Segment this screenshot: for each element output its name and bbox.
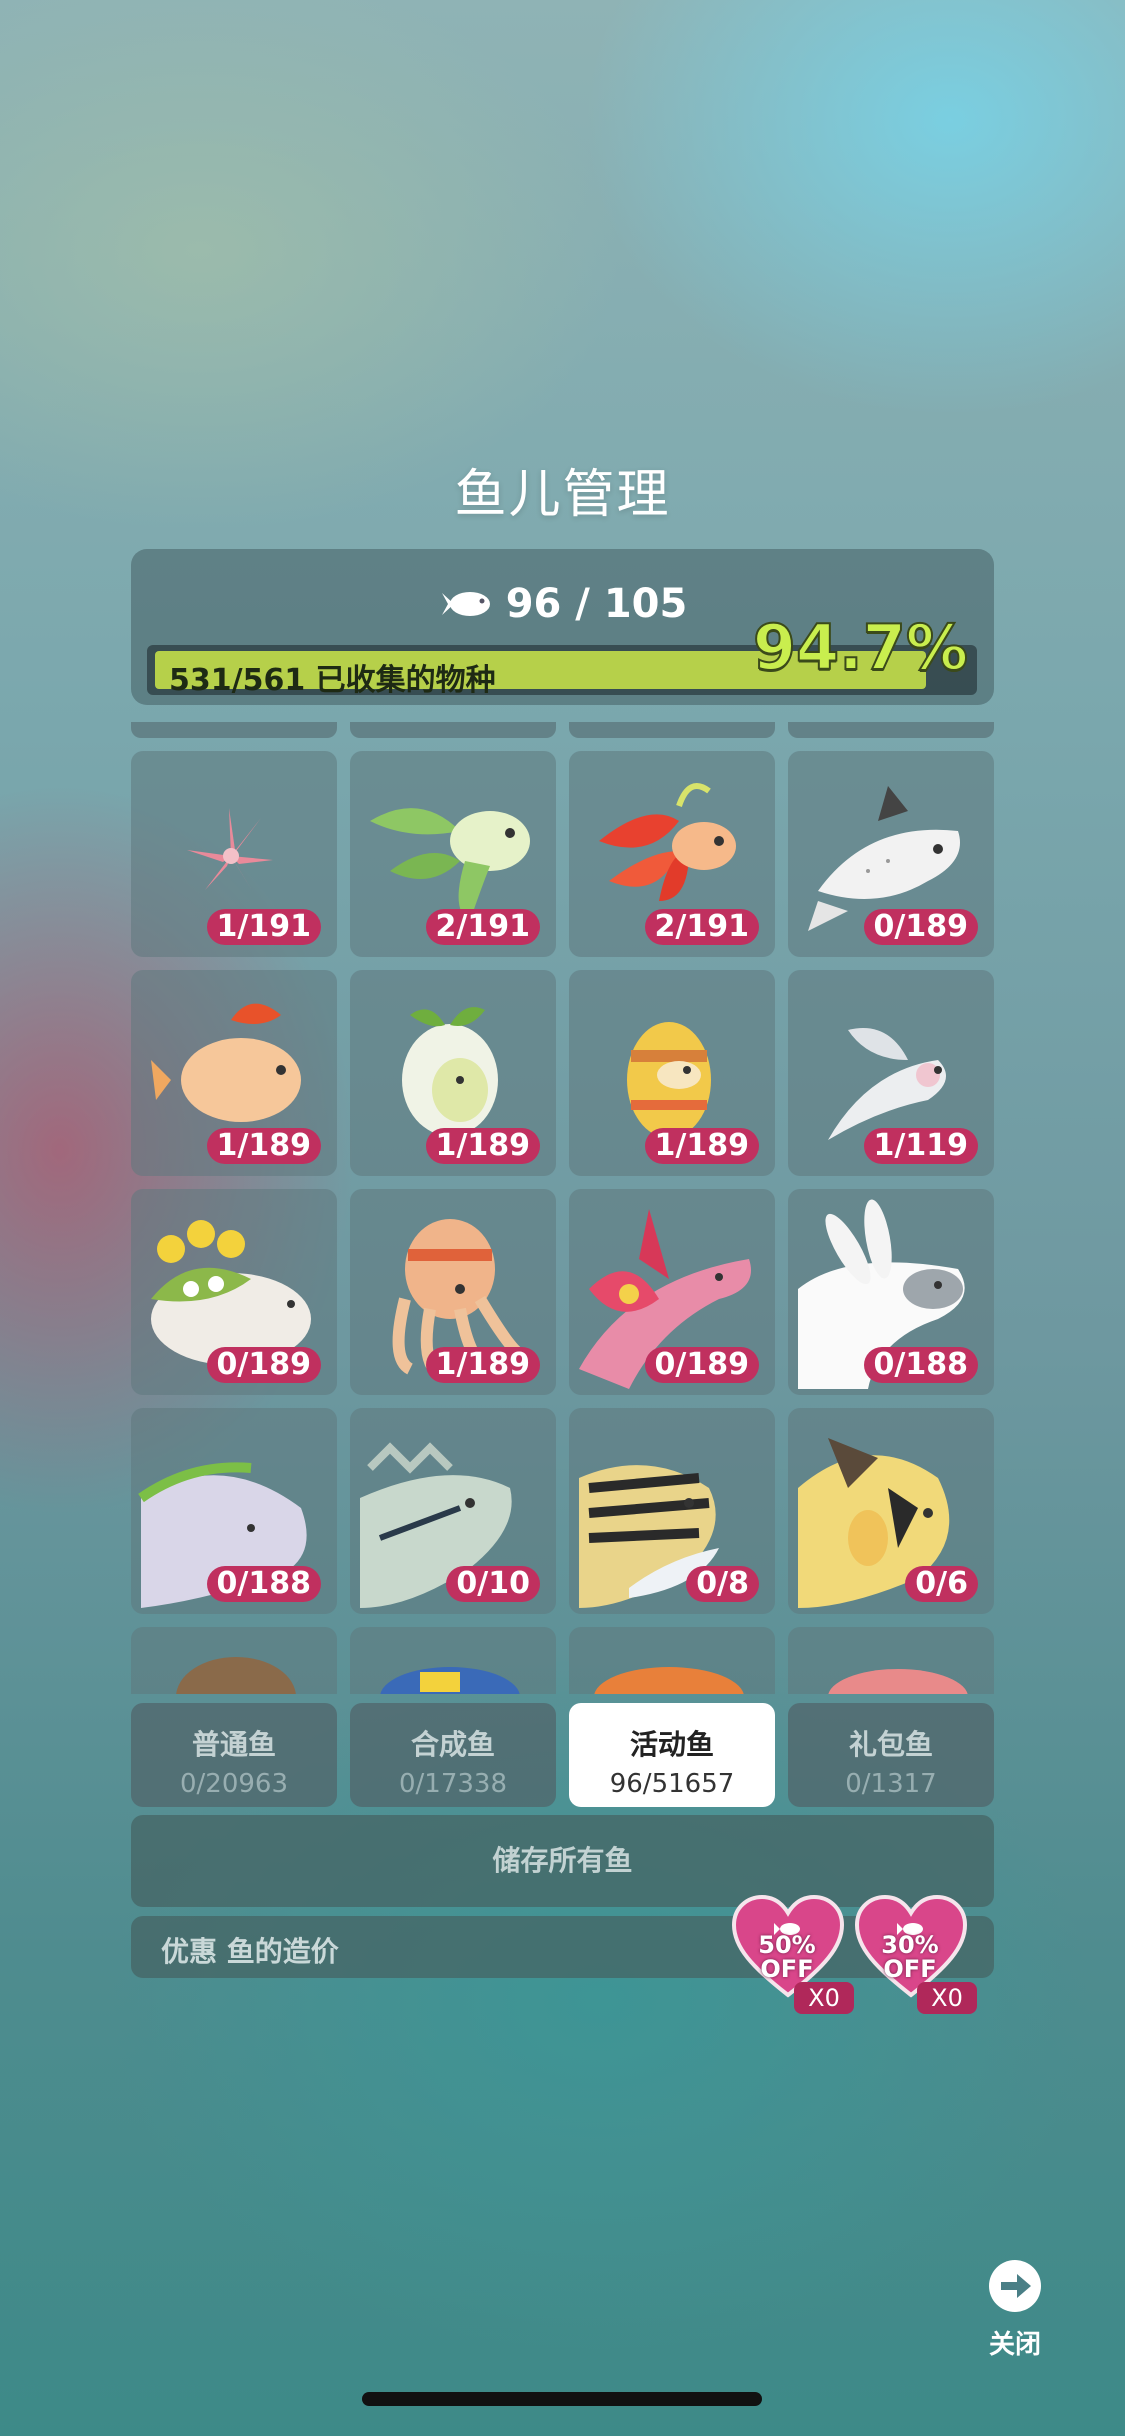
coupon-quantity: X0 — [917, 1982, 977, 2014]
fish-tile[interactable]: 0/6 — [788, 1408, 994, 1614]
fish-count-badge: 0/189 — [206, 1347, 321, 1383]
coupon-percent: 50% OFF — [758, 1931, 816, 1983]
tab-gift-pack-fish[interactable]: 礼包鱼 0/1317 — [788, 1703, 994, 1807]
tab-synthesized-fish[interactable]: 合成鱼 0/17338 — [350, 1703, 556, 1807]
fish-count-badge: 0/10 — [446, 1566, 540, 1602]
fish-count: 96 / 105 — [505, 581, 688, 627]
fish-tile[interactable]: 1/189 — [350, 1189, 556, 1395]
fish-tile[interactable]: 0/188 — [788, 1189, 994, 1395]
blue-yellow-fish-icon — [380, 1667, 520, 1694]
fish-count-badge: 2/191 — [425, 909, 540, 945]
fish-tile[interactable]: 1/191 — [131, 751, 337, 957]
fish-count-badge: 1/189 — [425, 1128, 540, 1164]
fish-tile[interactable]: 1/119 — [788, 970, 994, 1176]
collection-header: 96 / 105 531/561 已收集的物种 94.7% — [131, 549, 994, 705]
partial-tile — [131, 722, 337, 738]
fish-tile[interactable]: 1/189 — [350, 970, 556, 1176]
fish-icon — [438, 587, 494, 621]
tab-count: 0/1317 — [845, 1769, 937, 1799]
fish-tile[interactable] — [350, 1627, 556, 1694]
partial-tile — [350, 722, 556, 738]
fish-tile[interactable] — [569, 1627, 775, 1694]
home-indicator — [362, 2392, 762, 2406]
fish-count-badge: 2/191 — [644, 909, 759, 945]
fish-count-badge: 1/191 — [206, 909, 321, 945]
fish-count-badge: 1/189 — [206, 1128, 321, 1164]
fish-tile[interactable] — [788, 1627, 994, 1694]
tab-label: 礼包鱼 — [848, 1728, 933, 1761]
brown-shell-fish-icon — [176, 1657, 296, 1694]
fish-count-badge: 0/6 — [905, 1566, 978, 1602]
fish-tile[interactable]: 0/189 — [788, 751, 994, 957]
pink-fish-icon — [828, 1669, 968, 1694]
fish-count-badge: 1/189 — [644, 1128, 759, 1164]
close-label: 关闭 — [988, 2330, 1041, 2360]
fish-category-tabs: 普通鱼 0/20963 合成鱼 0/17338 活动鱼 96/51657 礼包鱼… — [131, 1703, 994, 1807]
store-all-fish-button[interactable]: 储存所有鱼 — [131, 1815, 994, 1907]
tab-count: 0/20963 — [179, 1769, 288, 1799]
fish-count-badge: 0/189 — [644, 1347, 759, 1383]
orange-fish-icon — [594, 1667, 744, 1694]
fish-count-badge: 1/189 — [425, 1347, 540, 1383]
coupon-quantity: X0 — [794, 1982, 854, 2014]
discount-label: 优惠 鱼的造价 — [161, 1935, 339, 1968]
fish-tile[interactable]: 1/189 — [569, 970, 775, 1176]
fish-count-badge: 0/189 — [863, 909, 978, 945]
fish-count-badge: 0/188 — [863, 1347, 978, 1383]
page-title: 鱼儿管理 — [454, 465, 671, 525]
fish-tile[interactable]: 0/189 — [131, 1189, 337, 1395]
fish-count-badge: 0/188 — [206, 1566, 321, 1602]
fish-tile[interactable]: 2/191 — [350, 751, 556, 957]
fish-grid[interactable]: 1/191 2/191 2/191 0/189 1/189 1/189 1/18… — [131, 722, 994, 1694]
partial-tile — [569, 722, 775, 738]
collected-species-text: 531/561 已收集的物种 — [169, 663, 496, 695]
fish-tile[interactable]: 0/189 — [569, 1189, 775, 1395]
tab-event-fish[interactable]: 活动鱼 96/51657 — [569, 1703, 775, 1807]
fish-tile[interactable]: 0/10 — [350, 1408, 556, 1614]
fish-count-badge: 0/8 — [686, 1566, 759, 1602]
tab-label: 合成鱼 — [410, 1728, 495, 1761]
close-button[interactable]: 关闭 — [980, 2258, 1050, 2361]
fish-tile[interactable]: 2/191 — [569, 751, 775, 957]
tab-label: 普通鱼 — [191, 1728, 276, 1761]
discount-coupon-50[interactable]: 50% OFF X0 — [731, 1894, 854, 2015]
tab-label: 活动鱼 — [629, 1728, 714, 1761]
partial-tile — [788, 722, 994, 738]
coupon-percent: 30% OFF — [881, 1931, 939, 1983]
arrow-right-circle-icon — [989, 2260, 1041, 2312]
fish-tile[interactable]: 0/188 — [131, 1408, 337, 1614]
fish-count-badge: 1/119 — [863, 1128, 978, 1164]
fish-tile[interactable]: 0/8 — [569, 1408, 775, 1614]
discount-coupon-30[interactable]: 30% OFF X0 — [854, 1894, 977, 2015]
fish-tile[interactable] — [131, 1627, 337, 1694]
tab-count: 0/17338 — [398, 1769, 507, 1799]
collection-percent: 94.7% — [752, 610, 969, 685]
tab-normal-fish[interactable]: 普通鱼 0/20963 — [131, 1703, 337, 1807]
tab-count: 96/51657 — [609, 1769, 735, 1799]
fish-tile[interactable]: 1/189 — [131, 970, 337, 1176]
